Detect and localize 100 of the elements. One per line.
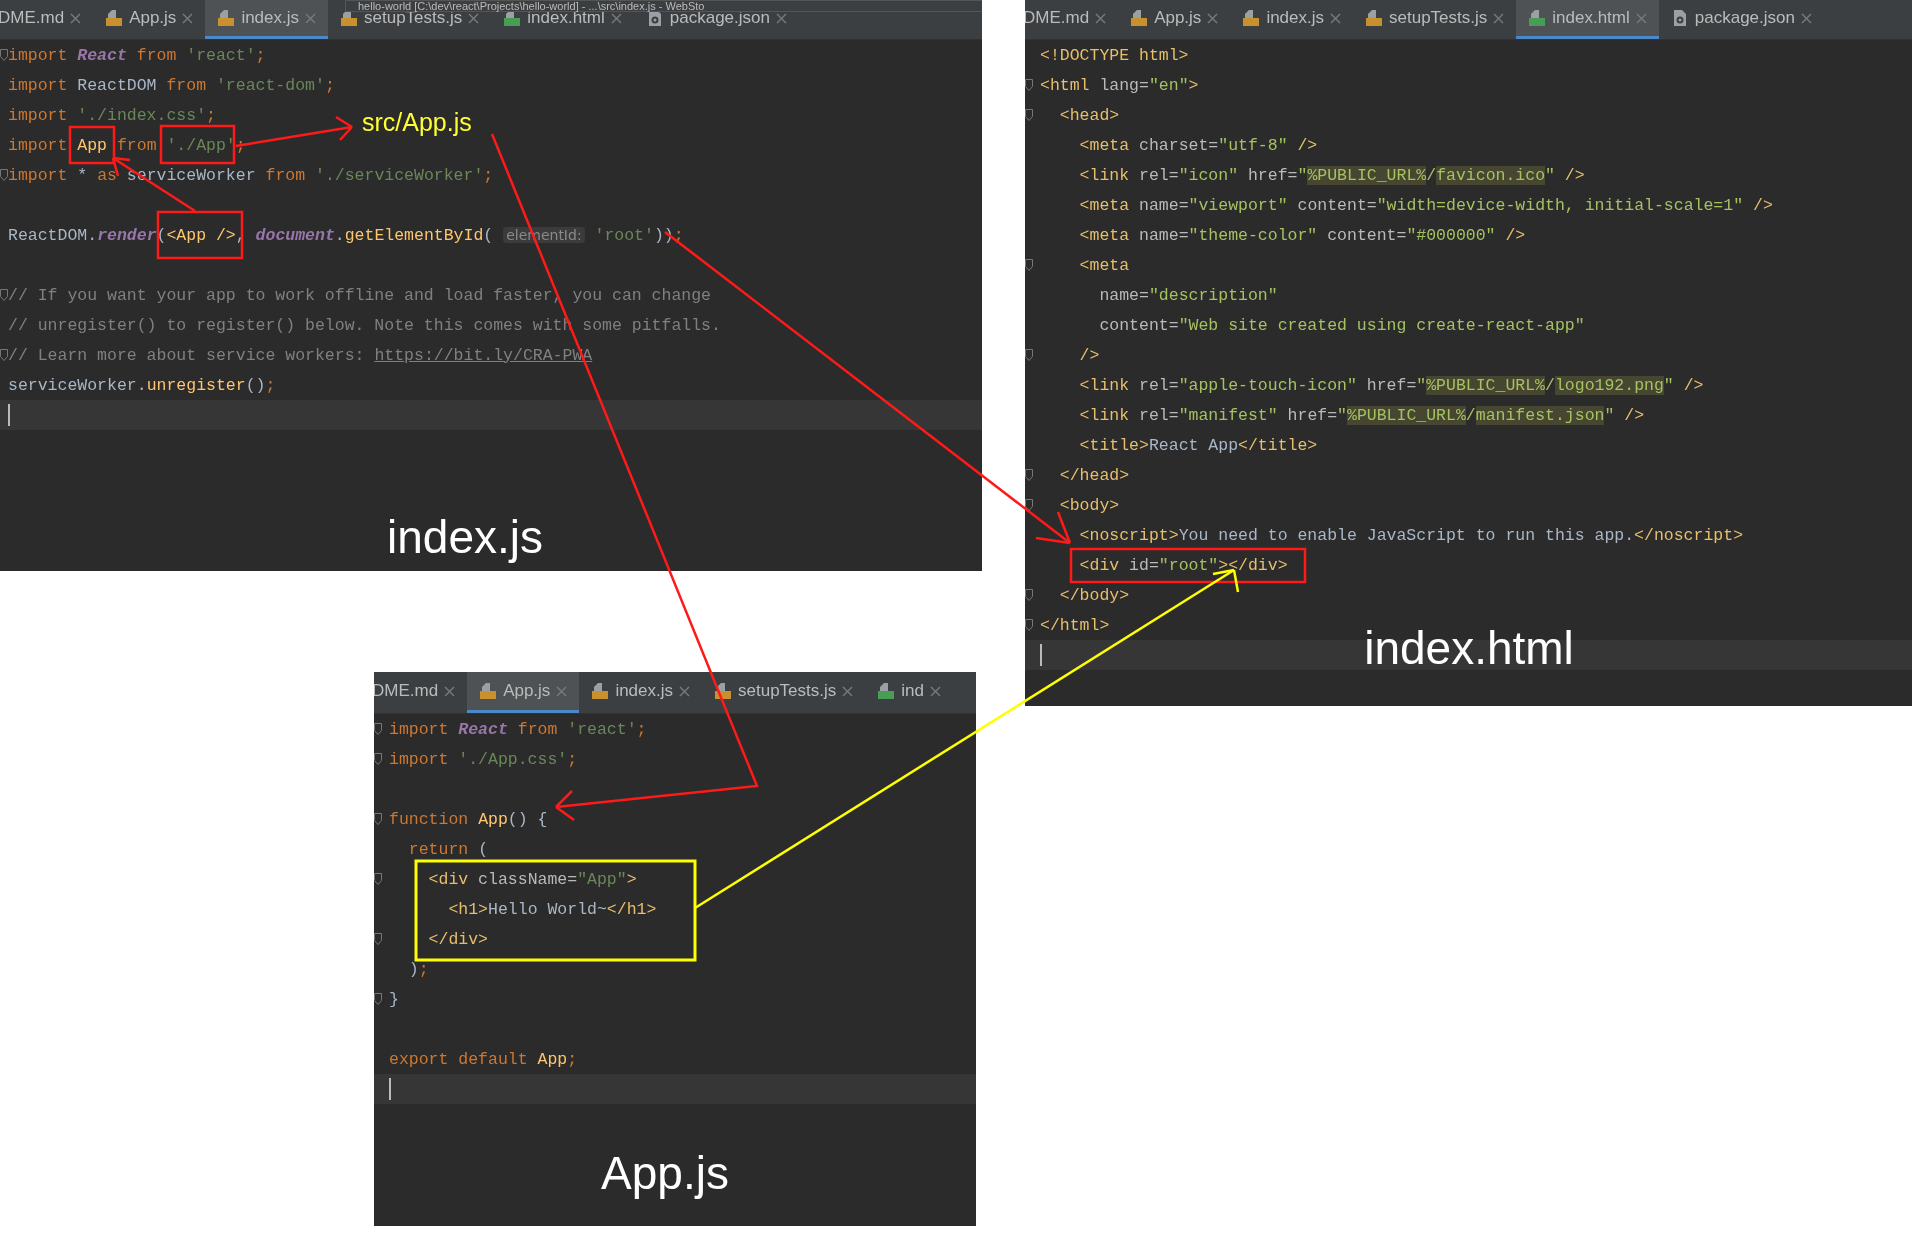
code-line: content="Web site created using create-react-app" <box>1098 315 1585 335</box>
fold-icon[interactable] <box>1025 109 1033 121</box>
fold-icon[interactable] <box>1025 499 1033 511</box>
code-line: <h1>Hello World~</h1> <box>447 899 657 919</box>
editor-tab[interactable]: setupTests.js <box>1353 0 1517 39</box>
editor-tab[interactable]: App.js <box>1118 0 1231 39</box>
code-line: import './App.css'; <box>389 749 578 769</box>
close-icon[interactable] <box>70 12 82 24</box>
fold-icon[interactable] <box>0 169 8 181</box>
close-icon[interactable] <box>1207 12 1219 24</box>
code-line: import App from './App'; <box>8 135 246 155</box>
js-file-icon <box>479 682 498 700</box>
fold-icon[interactable] <box>374 723 382 735</box>
fold-icon[interactable] <box>1025 349 1033 361</box>
close-icon[interactable] <box>1095 12 1107 24</box>
code-line: <body> <box>1058 495 1120 515</box>
highlight-box <box>68 125 116 165</box>
code-line: <meta name="viewport" content="width=device-width, initial-scale=1" /> <box>1078 195 1773 215</box>
code-line: } <box>389 989 399 1009</box>
code-line: function App() { <box>389 809 548 829</box>
close-icon[interactable] <box>556 685 568 697</box>
close-icon[interactable] <box>842 685 854 697</box>
js-file-icon <box>1130 9 1149 27</box>
code-line: ); <box>407 959 429 979</box>
fold-icon[interactable] <box>1025 469 1033 481</box>
close-icon[interactable] <box>775 12 787 24</box>
js-file-icon <box>591 682 610 700</box>
code-line: import React from 'react'; <box>8 45 266 65</box>
js-file-icon <box>1242 9 1261 27</box>
editor-tab[interactable]: index.js <box>205 0 328 39</box>
close-icon[interactable] <box>679 685 690 697</box>
code-line: <meta <box>1078 255 1130 275</box>
code-line: <div className="App"> <box>427 869 637 889</box>
code-line: <head> <box>1058 105 1120 125</box>
code-line: <div id="root"></div> <box>1078 555 1288 575</box>
fold-icon[interactable] <box>1025 79 1033 91</box>
js-file-icon <box>714 682 732 700</box>
editor-tab[interactable]: DME.md <box>0 0 94 39</box>
editor-tab[interactable]: setupTests.js <box>702 672 866 713</box>
code-line: <link rel="apple-touch-icon" href="%PUBLIC_URL%/logo192.png" /> <box>1078 375 1704 395</box>
code-line: import ReactDOM from 'react-dom'; <box>8 75 335 95</box>
fold-icon[interactable] <box>374 873 382 885</box>
js-file-icon <box>340 9 358 27</box>
code-line: // If you want your app to work offline and load faster, you can change <box>8 285 711 305</box>
close-icon[interactable] <box>1493 12 1505 24</box>
code-line: export default App; <box>389 1049 578 1069</box>
close-icon[interactable] <box>929 685 941 697</box>
editor-tab[interactable]: DME.md <box>374 672 468 713</box>
fold-icon[interactable] <box>374 933 382 945</box>
editor-tab[interactable]: ind <box>865 672 953 713</box>
code-line: <meta name="theme-color" content="#000000" /> <box>1078 225 1526 245</box>
file-caption: index.html <box>1364 625 1574 671</box>
code-line: import React from 'react'; <box>389 719 647 739</box>
code-line: return ( <box>407 839 489 859</box>
editor-tab[interactable]: package.json <box>1658 0 1824 39</box>
editor-tab[interactable]: App.js <box>467 672 580 713</box>
editor-tab[interactable]: App.js <box>93 0 206 39</box>
close-icon[interactable] <box>182 12 194 24</box>
editor-tab[interactable]: index.html <box>1516 0 1659 39</box>
js-file-icon <box>1365 9 1383 27</box>
js-file-icon <box>217 9 236 27</box>
fold-icon[interactable] <box>1025 619 1033 631</box>
code-line: <title>React App</title> <box>1078 435 1318 455</box>
close-icon[interactable] <box>610 12 622 24</box>
editor-tab[interactable]: index.js <box>1230 0 1353 39</box>
fold-icon[interactable] <box>1025 589 1033 601</box>
code-line: </div> <box>427 929 489 949</box>
fold-icon[interactable] <box>374 993 382 1005</box>
js-file-icon <box>105 9 124 27</box>
fold-icon[interactable] <box>0 49 8 61</box>
code-line: <noscript>You need to enable JavaScript to run this app.</noscript> <box>1078 525 1744 545</box>
code-line: import './index.css'; <box>8 105 216 125</box>
fold-icon[interactable] <box>374 753 382 765</box>
fold-icon[interactable] <box>0 289 8 301</box>
code-line: /> <box>1078 345 1100 365</box>
fold-icon[interactable] <box>1025 259 1033 271</box>
close-icon[interactable] <box>1800 12 1812 24</box>
close-icon[interactable] <box>305 12 316 24</box>
html-file-icon <box>877 682 896 700</box>
fold-icon[interactable] <box>0 349 8 361</box>
annotation-label: src/App.js <box>362 110 472 135</box>
code-line: </head> <box>1058 465 1130 485</box>
editor-tab[interactable]: DME.md <box>1025 0 1119 39</box>
code-line: <link rel="manifest" href="%PUBLIC_URL%/manifest.json" /> <box>1078 405 1645 425</box>
code-line: name="description" <box>1098 285 1278 305</box>
html-file-icon <box>1528 9 1547 27</box>
code-line: serviceWorker.unregister(); <box>8 375 276 395</box>
fold-icon[interactable] <box>374 813 382 825</box>
code-line: <meta charset="utf-8" /> <box>1078 135 1318 155</box>
close-icon[interactable] <box>444 685 456 697</box>
close-icon[interactable] <box>1635 12 1647 24</box>
editor-tab[interactable]: index.js <box>579 672 702 713</box>
code-line: <!DOCTYPE html> <box>1040 45 1189 65</box>
path-tooltip: hello-world [C:\dev\react\Projects\hello-world] - ...\src\index.js - WebSto <box>345 0 982 12</box>
close-icon[interactable] <box>1330 12 1341 24</box>
code-line: <html lang="en"> <box>1040 75 1199 95</box>
code-line: </body> <box>1058 585 1130 605</box>
code-line: <link rel="icon" href="%PUBLIC_URL%/favicon.ico" /> <box>1078 165 1585 185</box>
code-line: </html> <box>1040 615 1110 635</box>
close-icon[interactable] <box>468 12 480 24</box>
